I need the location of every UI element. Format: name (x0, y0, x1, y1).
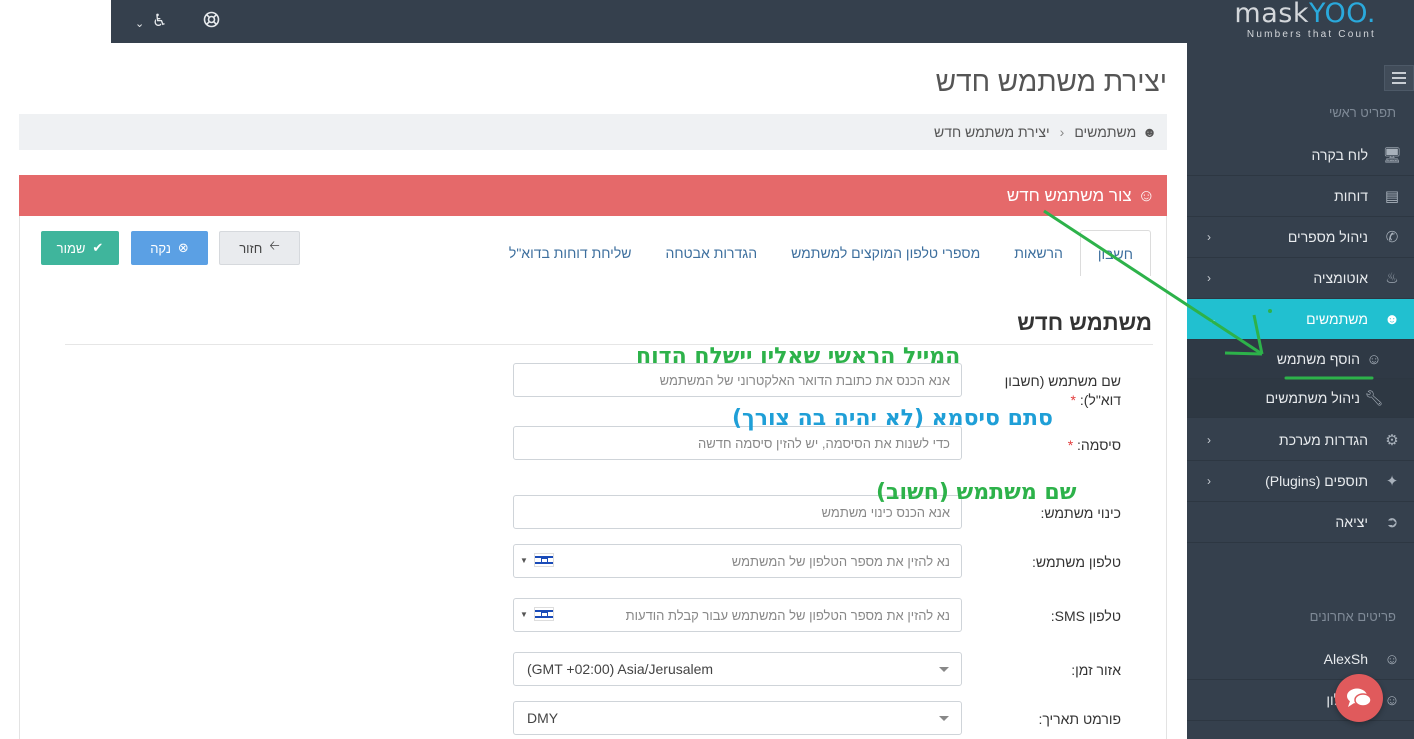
timezone-select[interactable]: (GMT +02:00) Asia/Jerusalem (513, 652, 962, 686)
sidebar-item-logout[interactable]: ➲ יציאה (1187, 502, 1414, 543)
user-icon: ☺ (1137, 185, 1155, 205)
check-icon: ✔ (92, 240, 104, 255)
form-panel: חשבון הרשאות מספרי טלפון המוקצים למשתמש … (19, 216, 1167, 739)
save-button[interactable]: ✔ שמור (41, 231, 119, 265)
sidebar-item-reports[interactable]: ▤ דוחות (1187, 176, 1414, 217)
chevron-left-icon: ‹ (1207, 474, 1211, 488)
sidebar-item-settings[interactable]: ⚙ הגדרות מערכת ‹ (1187, 420, 1414, 461)
date-format-label: פורמט תאריך: (1038, 711, 1121, 727)
sidebar-heading: תפריט ראשי (1328, 105, 1396, 120)
user-icon: ☺ (1384, 650, 1400, 668)
sidebar-item-add-user[interactable]: ☺ הוסף משתמש (1187, 340, 1414, 379)
menu-toggle-icon[interactable] (1384, 65, 1414, 91)
recent-item[interactable]: ☺ AlexSh (1187, 639, 1414, 680)
password-field[interactable]: כדי לשנות את הסיסמה, יש להזין סיסמה חדשה (513, 426, 962, 460)
panel-header: ☺ צור משתמש חדש (19, 175, 1167, 216)
logo[interactable]: maskYOO. Numbers that Count (1226, 0, 1376, 43)
chat-bubbles-icon (1347, 688, 1372, 707)
sidebar-item-manage-users[interactable]: 🔧︎ ניהול משתמשים (1187, 379, 1414, 418)
chevron-left-icon: ‹ (1207, 271, 1211, 285)
monitor-icon: 🖥︎ (1382, 147, 1402, 164)
tab-permissions[interactable]: הרשאות (997, 230, 1080, 276)
recent-item-partial[interactable] (1187, 721, 1414, 739)
sidebar-item-users[interactable]: ☻ משתמשים ⌄ (1187, 299, 1414, 340)
clear-button[interactable]: ⊗ נקה (131, 231, 208, 265)
accessibility-icon[interactable]: ♿ (152, 11, 167, 31)
caret-down-icon (939, 716, 949, 721)
wrench-icon: 🔧︎ (1364, 390, 1384, 407)
close-circle-icon: ⊗ (177, 240, 189, 255)
phone-field[interactable]: נא להזין את מספר הטלפון של המשתמש ▼ (513, 544, 962, 578)
password-label: סיסמה: * (1067, 437, 1121, 453)
caret-down-icon (939, 667, 949, 672)
caret-down-icon: ▼ (520, 609, 528, 619)
page-title: יצירת משתמש חדש (935, 66, 1167, 97)
date-format-select[interactable]: DMY (513, 701, 962, 735)
phone-icon: ✆ (1385, 229, 1399, 246)
country-selector[interactable]: ▼ (520, 553, 554, 567)
chevron-down-icon[interactable]: ⌄ (135, 14, 144, 34)
divider (65, 344, 1153, 345)
sms-phone-field[interactable]: נא להזין את מספר הטלפון של המשתמש עבור ק… (513, 598, 962, 632)
caret-down-icon: ▼ (520, 555, 528, 565)
sms-label: טלפון SMS: (1050, 608, 1121, 624)
annotation-password: סתם סיסמא (לא יהיה בה צורך) (732, 406, 1053, 431)
tab-phone-numbers[interactable]: מספרי טלפון המוקצים למשתמש (774, 230, 997, 276)
sidebar-item-dashboard[interactable]: 🖥︎ לוח בקרה (1187, 135, 1414, 176)
timezone-label: אזור זמן: (1071, 662, 1121, 678)
arrow-left-icon: 🡠︎ (269, 238, 280, 253)
sidebar-item-numbers[interactable]: ✆ ניהול מספרים ‹ (1187, 217, 1414, 258)
sidebar-item-automation[interactable]: ♨ אוטומציה ‹ (1187, 258, 1414, 299)
phone-label: טלפון משתמש: (1032, 554, 1121, 570)
section-title: משתמש חדש (1017, 310, 1152, 335)
sidebar: תפריט ראשי 🖥︎ לוח בקרה ▤ דוחות ✆ ניהול מ… (1187, 43, 1414, 739)
annotation-nickname: שם משתמש (חשוב) (876, 480, 1077, 505)
recent-items-heading: פריטים אחרונים (1309, 609, 1396, 624)
users-icon: ☻ (1384, 310, 1400, 328)
logo-tagline: Numbers that Count (1246, 29, 1376, 40)
bar-chart-icon: ▤ (1384, 188, 1400, 205)
nickname-label: כינוי משתמש: (1040, 505, 1121, 521)
tab-bar: חשבון הרשאות מספרי טלפון המוקצים למשתמש … (492, 230, 1151, 276)
users-icon: ☻ (1142, 124, 1157, 140)
breadcrumb-current: יצירת משתמש חדש (933, 124, 1050, 140)
sidebar-item-plugins[interactable]: ✦ תוספים (Plugins) ‹ (1187, 461, 1414, 502)
tab-account[interactable]: חשבון (1079, 230, 1151, 276)
chevron-left-icon: ‹ (1207, 433, 1211, 447)
sign-out-icon: ➲ (1385, 514, 1399, 531)
chevron-left-icon: ‹ (1207, 230, 1211, 244)
chat-button[interactable] (1335, 674, 1383, 722)
breadcrumb-separator-icon: ‹ (1059, 124, 1065, 140)
lifebuoy-icon[interactable] (203, 11, 220, 33)
panel-title: צור משתמש חדש (1006, 185, 1132, 205)
back-button[interactable]: 🡠︎ חזור (219, 231, 300, 265)
tab-security[interactable]: הגדרות אבטחה (648, 230, 774, 276)
tab-email-reports[interactable]: שליחת דוחות בדוא"ל (492, 230, 649, 276)
top-bar: ⌄ ♿ maskYOO. Numbers that Count (111, 0, 1414, 43)
magic-wand-icon: ✦ (1385, 473, 1399, 490)
gear-icon: ⚙ (1385, 432, 1399, 449)
email-label: שם משתמש (חשבון דוא"ל): * (1004, 373, 1121, 408)
bell-icon: ♨ (1385, 270, 1399, 287)
israel-flag-icon (533, 553, 554, 567)
country-selector[interactable]: ▼ (520, 607, 554, 621)
breadcrumb: ☻ משתמשים ‹ יצירת משתמש חדש (19, 114, 1167, 150)
chevron-down-icon: ⌄ (1207, 312, 1218, 326)
israel-flag-icon (533, 607, 554, 621)
user-icon: ☺ (1366, 350, 1382, 368)
annotation-email: המייל הראשי שאליו יישלח הדוח (636, 344, 961, 369)
breadcrumb-users-link[interactable]: משתמשים (1074, 124, 1136, 140)
